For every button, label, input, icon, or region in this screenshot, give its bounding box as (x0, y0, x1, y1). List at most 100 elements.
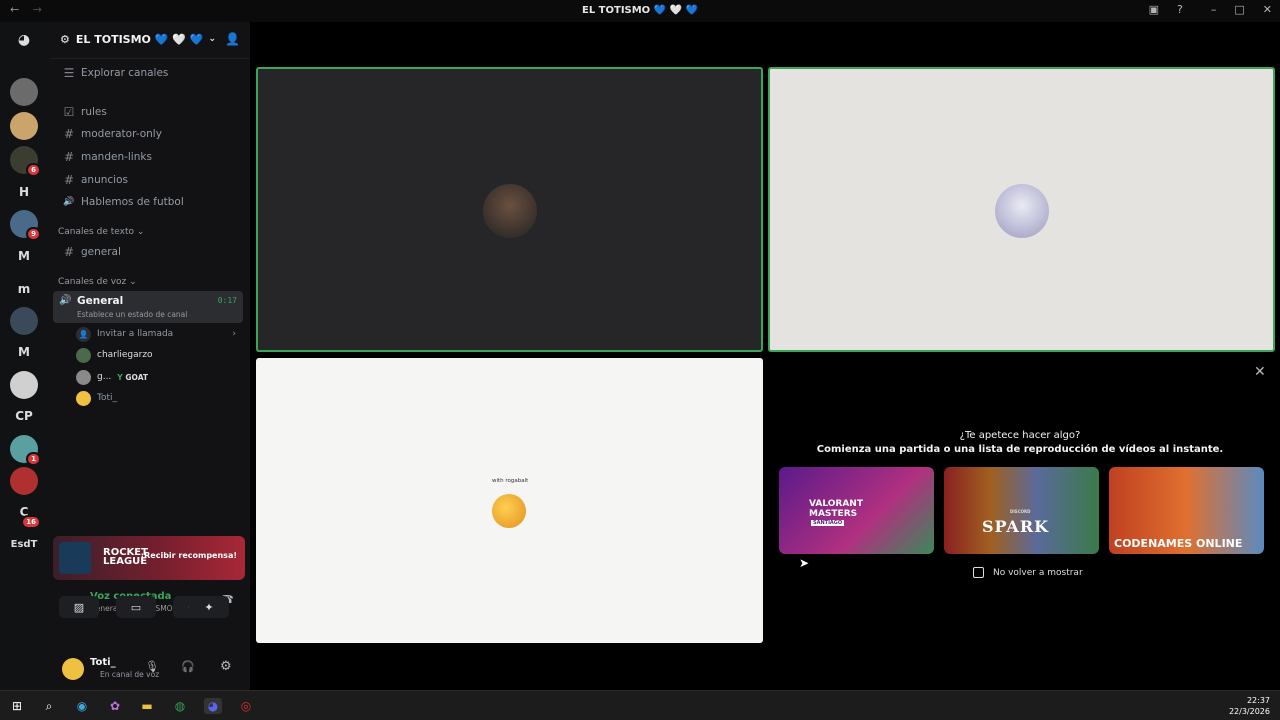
channel-moderator-only[interactable]: # moderator-only (58, 124, 246, 144)
server-icon[interactable] (10, 467, 38, 495)
server-icon[interactable] (10, 112, 38, 140)
clock-date: 22/3/2026 (1228, 707, 1270, 716)
username[interactable]: Toti_ (90, 657, 116, 668)
close-window-icon[interactable]: ✕ (1263, 3, 1272, 16)
hash-icon: # (63, 127, 75, 141)
card-subtitle: SANTIAGO (811, 520, 845, 526)
avatar (76, 390, 91, 406)
channel-general-text[interactable]: # general (58, 242, 246, 262)
server-icon[interactable]: 6 (10, 146, 41, 177)
discord-home-icon[interactable]: ◕ (10, 26, 38, 54)
server-icon[interactable]: EsdT (9, 530, 39, 558)
avatar (76, 369, 91, 385)
server-icon: ⚙ (60, 32, 70, 46)
activity-subheading: Comienza una partida o una lista de repr… (816, 444, 1224, 455)
server-icon[interactable] (10, 78, 38, 106)
edge-icon[interactable]: ◉ (73, 698, 91, 714)
dont-show-again[interactable]: No volver a mostrar (973, 567, 1083, 578)
participant-avatar (492, 494, 526, 528)
server-icon[interactable]: H (10, 178, 38, 206)
server-icon[interactable] (10, 371, 38, 399)
activity-card-valorant[interactable]: VALORANT MASTERS SANTIAGO (779, 467, 934, 554)
channel-label: moderator-only (81, 128, 162, 140)
clock-time: 22:37 (1246, 696, 1270, 705)
server-icon[interactable]: C 16 (10, 498, 41, 529)
close-activity-panel-icon[interactable]: ✕ (1254, 364, 1266, 380)
card-subtitle: DISCORD (1010, 509, 1031, 514)
browse-channels[interactable]: ☰ Explorar canales (58, 63, 246, 83)
camera-off-button[interactable]: ▨ (59, 596, 99, 618)
add-user-icon[interactable]: 👤 (225, 32, 240, 46)
mouse-cursor-icon: ➤ (799, 556, 810, 570)
chevron-right-icon: › (232, 329, 236, 339)
channel-manden-links[interactable]: # manden-links (58, 147, 246, 167)
server-icon[interactable]: M (10, 242, 38, 270)
server-icon[interactable]: m (10, 275, 38, 303)
server-name: EL TOTISMO 💙 🤍 💙 (75, 32, 204, 46)
channel-label: Hablemos de futbol (81, 196, 184, 208)
dont-show-label: No volver a mostrar (993, 567, 1083, 578)
server-icon[interactable]: M (10, 338, 38, 366)
activity-heading: ¿Te apetece hacer algo? (959, 430, 1081, 441)
claim-reward-button[interactable]: ¡Recibir recompensa! (140, 551, 237, 560)
voice-channel-name: General (77, 295, 124, 307)
channel-label: anuncios (81, 174, 128, 186)
video-tile-charliegarzo[interactable] (256, 67, 763, 352)
chevron-down-icon: ⌄ (208, 34, 217, 44)
unread-badge: 16 (21, 515, 41, 529)
voice-user[interactable]: charliegarzo (76, 345, 153, 365)
participant-avatar (995, 184, 1049, 238)
activity-card-spark[interactable]: DISCORD SPARK (944, 467, 1099, 554)
invite-to-call[interactable]: 👤 Invitar a llamada › (76, 324, 236, 344)
chrome-icon[interactable]: ◍ (171, 698, 189, 714)
channel-hablemos-de-futbol[interactable]: 🔊 Hablemos de futbol (58, 192, 246, 212)
headphones-icon[interactable]: 🎧 (181, 660, 195, 673)
windows-start-icon[interactable]: ⊞ (8, 698, 26, 714)
copilot-icon[interactable]: ✿ (106, 698, 124, 714)
app-taskbar-icon[interactable]: ◎ (237, 698, 255, 714)
promo-game-title: ROCKET LEAGUE (103, 547, 148, 567)
server-icon[interactable] (10, 307, 38, 335)
channel-status-hint[interactable]: Establece un estado de canal (77, 310, 187, 319)
minimize-icon[interactable]: – (1211, 3, 1217, 16)
window-title: EL TOTISMO 💙 🤍 💙 (581, 5, 698, 16)
maximize-icon[interactable]: □ (1234, 3, 1244, 16)
soundboard-button[interactable]: ✦ (189, 596, 229, 618)
system-clock[interactable]: 22:37 22/3/2026 (1229, 695, 1270, 717)
channel-label: rules (81, 106, 107, 118)
user-avatar[interactable] (62, 658, 84, 680)
category-text[interactable]: Canales de texto ⌄ (58, 227, 144, 237)
file-explorer-icon[interactable]: ▬ (138, 698, 156, 714)
server-icon[interactable]: 9 (10, 210, 41, 241)
dont-show-checkbox[interactable] (973, 567, 984, 578)
server-icon[interactable]: 1 (10, 435, 41, 466)
voice-channel-general[interactable]: 🔊 General 0:17 Establece un estado de ca… (53, 291, 243, 323)
invite-icon: 👤 (76, 326, 91, 342)
microphone-icon[interactable]: 🎙 (145, 660, 159, 673)
hash-icon: # (63, 150, 75, 164)
settings-icon[interactable]: ⚙ (220, 659, 232, 674)
channel-anuncios[interactable]: # anuncios (58, 170, 246, 190)
activity-card-codenames[interactable]: CODENAMES ONLINE (1109, 467, 1264, 554)
channel-rules[interactable]: ☑ rules (58, 102, 246, 122)
goat-tag: Y GOAT (117, 372, 149, 382)
voice-user[interactable]: g... Y GOAT (76, 367, 148, 387)
search-icon[interactable]: ⌕ (40, 698, 58, 714)
server-icon[interactable]: CP (10, 402, 38, 430)
speaker-icon: 🔊 (63, 197, 75, 207)
voice-user[interactable]: Toti_ (76, 388, 117, 408)
unread-badge: 1 (26, 452, 41, 466)
rocket-league-promo[interactable]: ROCKET LEAGUE ¡Recibir recompensa! (53, 536, 245, 580)
screen-share-button[interactable]: ▭ (116, 596, 156, 618)
video-tile-toti[interactable]: with rogabalt (256, 358, 763, 643)
discord-taskbar-icon[interactable]: ◕ (204, 698, 222, 714)
category-voice[interactable]: Canales de voz ⌄ (58, 277, 137, 287)
channel-sidebar: ⚙ EL TOTISMO 💙 🤍 💙 ⌄ 👤 ☰ Explorar canale… (50, 22, 250, 690)
help-icon[interactable]: ? (1177, 3, 1183, 16)
server-header[interactable]: ⚙ EL TOTISMO 💙 🤍 💙 ⌄ 👤 (50, 22, 250, 56)
inbox-icon[interactable]: ▣ (1149, 3, 1159, 16)
user-panel: Toti_ En canal de voz 🎙 🎧 ⚙ (50, 646, 250, 690)
camera-off-icon: ▨ (73, 600, 85, 614)
video-tile-goat[interactable] (768, 67, 1275, 352)
title-bar: ← → EL TOTISMO 💙 🤍 💙 ▣ ? – □ ✕ (0, 0, 1280, 22)
